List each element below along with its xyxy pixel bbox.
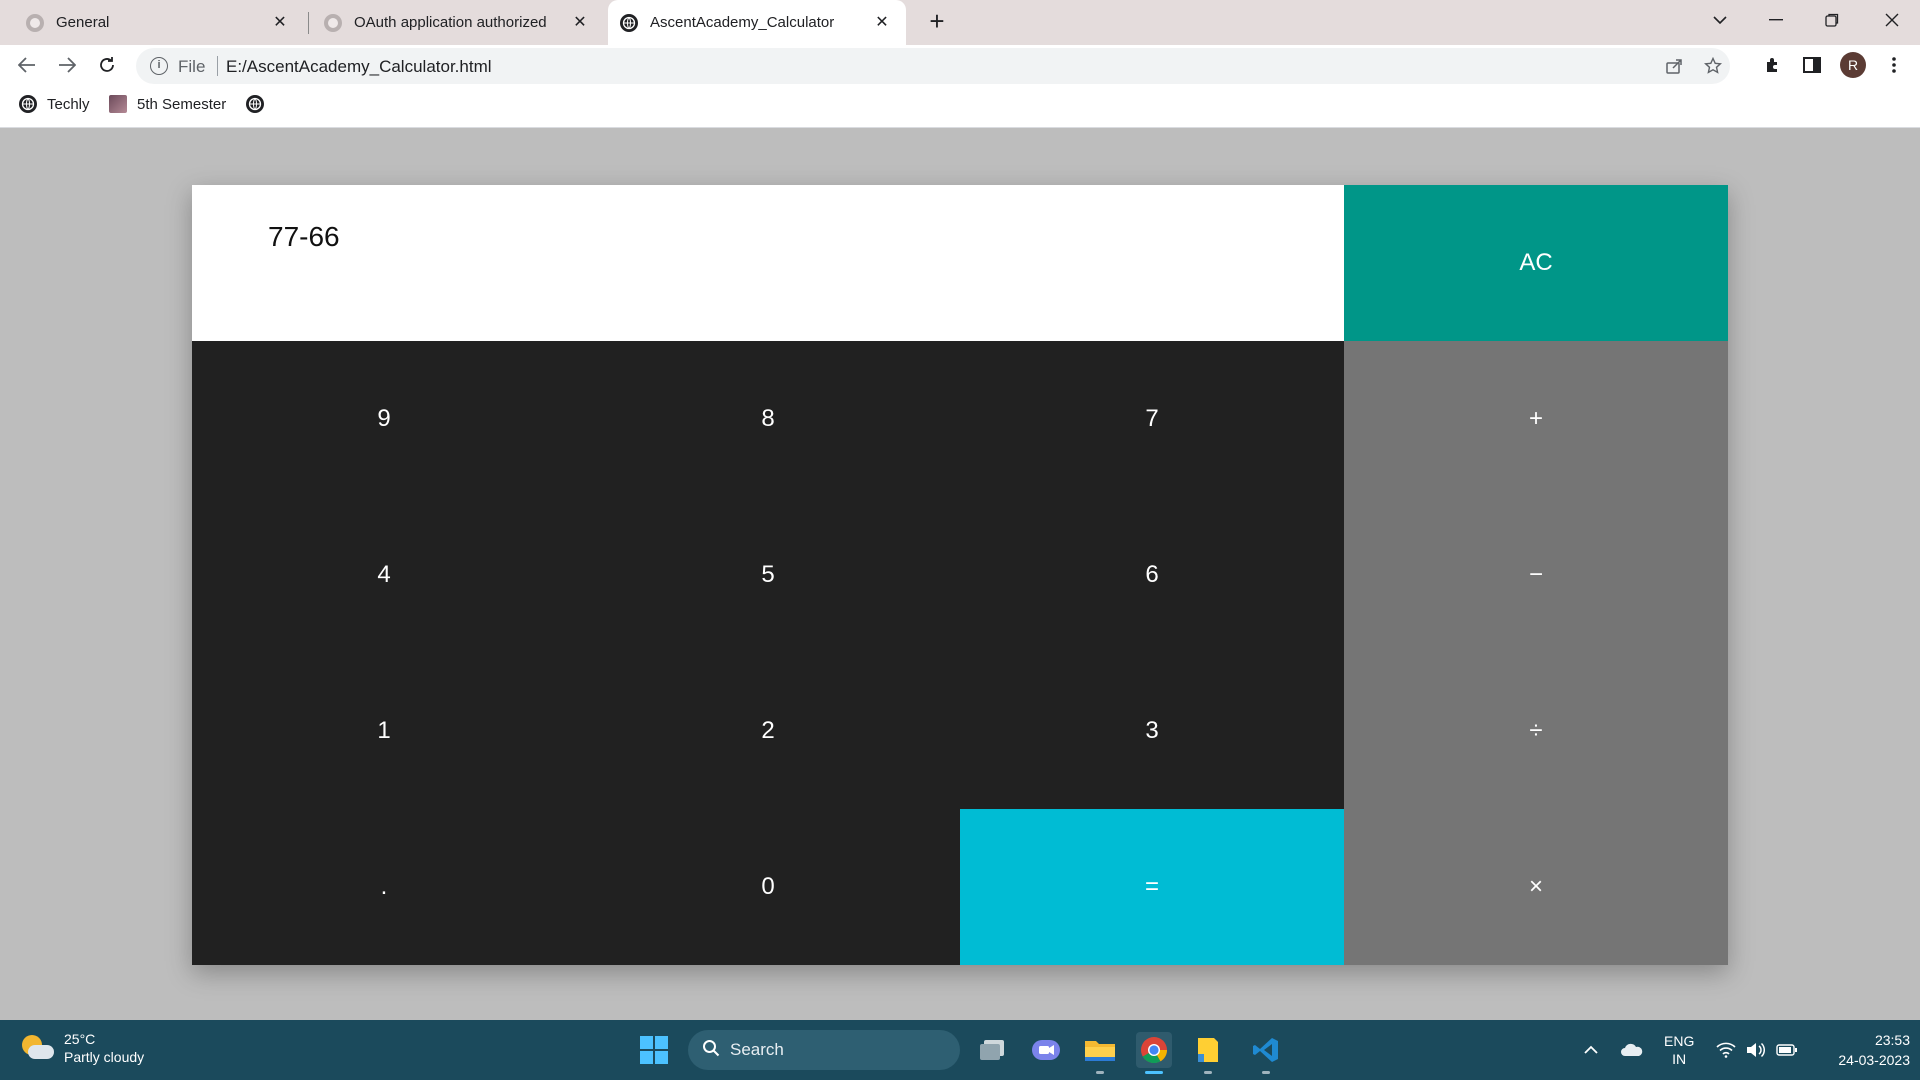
key-4[interactable]: 4: [192, 497, 576, 653]
globe-icon: [246, 95, 264, 113]
minus-button[interactable]: −: [1344, 497, 1728, 653]
language-indicator[interactable]: ENG IN: [1664, 1020, 1694, 1080]
reload-button[interactable]: [92, 50, 122, 80]
tab-title: General: [56, 14, 110, 31]
windows-start-icon[interactable]: [640, 1036, 668, 1064]
restore-button[interactable]: [1804, 0, 1860, 40]
file-explorer-icon[interactable]: [1082, 1032, 1118, 1074]
key-1[interactable]: 1: [192, 653, 576, 809]
share-icon[interactable]: [1663, 55, 1685, 77]
bookmark-label: Techly: [47, 95, 90, 113]
tab-general[interactable]: General ✕: [14, 0, 304, 45]
url-divider: [217, 56, 218, 76]
close-icon[interactable]: ✕: [872, 12, 892, 32]
browser-toolbar: i File E:/AscentAcademy_Calculator.html …: [0, 45, 1920, 85]
system-clock[interactable]: 23:53 24-03-2023: [1810, 1030, 1910, 1070]
tab-strip: General ✕ OAuth application authorized ✕…: [0, 0, 1920, 45]
key-6[interactable]: 6: [960, 497, 1344, 653]
multiply-button[interactable]: ×: [1344, 809, 1728, 965]
close-icon[interactable]: ✕: [570, 12, 590, 32]
chrome-icon[interactable]: [1136, 1032, 1172, 1074]
key-2[interactable]: 2: [576, 653, 960, 809]
close-icon[interactable]: ✕: [270, 12, 290, 32]
tab-title: AscentAcademy_Calculator: [650, 14, 835, 31]
key-9[interactable]: 9: [192, 341, 576, 497]
menu-kebab-icon[interactable]: [1879, 50, 1909, 80]
tab-calculator[interactable]: AscentAcademy_Calculator ✕: [608, 0, 906, 45]
tab-oauth[interactable]: OAuth application authorized ✕: [312, 0, 604, 45]
equals-button[interactable]: =: [960, 809, 1344, 965]
clock-date: 24-03-2023: [1838, 1052, 1910, 1068]
clock-time: 23:53: [1874, 1032, 1910, 1048]
task-view-icon[interactable]: [974, 1032, 1010, 1068]
key-0[interactable]: 0: [576, 809, 960, 965]
tab-separator: [308, 12, 309, 34]
taskbar: 25°C Partly cloudy Search ENG IN 23:53 2…: [0, 1020, 1920, 1080]
bookmark-label: 5th Semester: [137, 95, 227, 113]
side-panel-icon[interactable]: [1797, 50, 1827, 80]
onedrive-icon[interactable]: [1620, 1020, 1644, 1080]
address-bar[interactable]: i File E:/AscentAcademy_Calculator.html: [136, 48, 1730, 84]
bookmarks-bar: Techly 5th Semester: [0, 85, 1920, 128]
globe-icon: [620, 13, 638, 32]
key-8[interactable]: 8: [576, 341, 960, 497]
close-window-button[interactable]: [1864, 0, 1920, 40]
teams-chat-icon[interactable]: [1028, 1032, 1064, 1068]
key-5[interactable]: 5: [576, 497, 960, 653]
weather-temp: 25°C: [64, 1031, 96, 1047]
extensions-icon[interactable]: [1758, 50, 1788, 80]
github-icon: [324, 13, 342, 32]
new-tab-button[interactable]: +: [922, 7, 952, 37]
plus-button[interactable]: +: [1344, 341, 1728, 497]
clear-button[interactable]: AC: [1344, 185, 1728, 341]
show-hidden-icons-icon[interactable]: [1584, 1020, 1598, 1080]
language-line1: ENG: [1664, 1033, 1695, 1049]
key-7[interactable]: 7: [960, 341, 1344, 497]
back-button[interactable]: [12, 50, 42, 80]
weather-widget[interactable]: 25°C Partly cloudy: [20, 1030, 144, 1066]
display-expression: 77-66: [268, 221, 340, 252]
globe-icon: [19, 95, 37, 113]
key-3[interactable]: 3: [960, 653, 1344, 809]
volume-icon[interactable]: [1746, 1020, 1766, 1080]
vscode-icon[interactable]: [1248, 1032, 1284, 1074]
profile-avatar[interactable]: R: [1840, 52, 1866, 78]
bookmark-star-icon[interactable]: [1702, 55, 1724, 77]
tab-search-icon[interactable]: [1692, 0, 1748, 40]
wifi-icon[interactable]: [1716, 1020, 1736, 1080]
minimize-button[interactable]: [1748, 0, 1804, 40]
bookmark-globe[interactable]: [246, 95, 274, 113]
forward-button[interactable]: [52, 50, 82, 80]
weather-condition: Partly cloudy: [64, 1049, 145, 1065]
bookmark-techly[interactable]: Techly: [19, 95, 90, 113]
tab-title: OAuth application authorized: [354, 14, 547, 31]
battery-icon[interactable]: [1776, 1020, 1798, 1080]
calculator: 77-66 AC 9 8 7 + 4 5 6 − 1 2 3 ÷ . 0 = ×: [192, 185, 1728, 965]
bookmark-5th-semester[interactable]: 5th Semester: [109, 95, 226, 113]
site-info-icon[interactable]: i: [150, 57, 168, 75]
search-icon: [702, 1039, 720, 1062]
github-icon: [26, 13, 44, 32]
url-text[interactable]: E:/AscentAcademy_Calculator.html: [226, 57, 492, 77]
calculator-display: 77-66: [192, 185, 1344, 341]
photo-icon: [109, 95, 127, 113]
divide-button[interactable]: ÷: [1344, 653, 1728, 809]
taskbar-search[interactable]: Search: [688, 1030, 960, 1070]
url-scheme: File: [178, 57, 206, 76]
decimal-button[interactable]: .: [192, 809, 576, 965]
sticky-notes-icon[interactable]: [1190, 1032, 1226, 1074]
language-line2: IN: [1672, 1051, 1687, 1067]
search-placeholder: Search: [730, 1040, 784, 1059]
partly-cloudy-icon: [20, 1033, 54, 1063]
